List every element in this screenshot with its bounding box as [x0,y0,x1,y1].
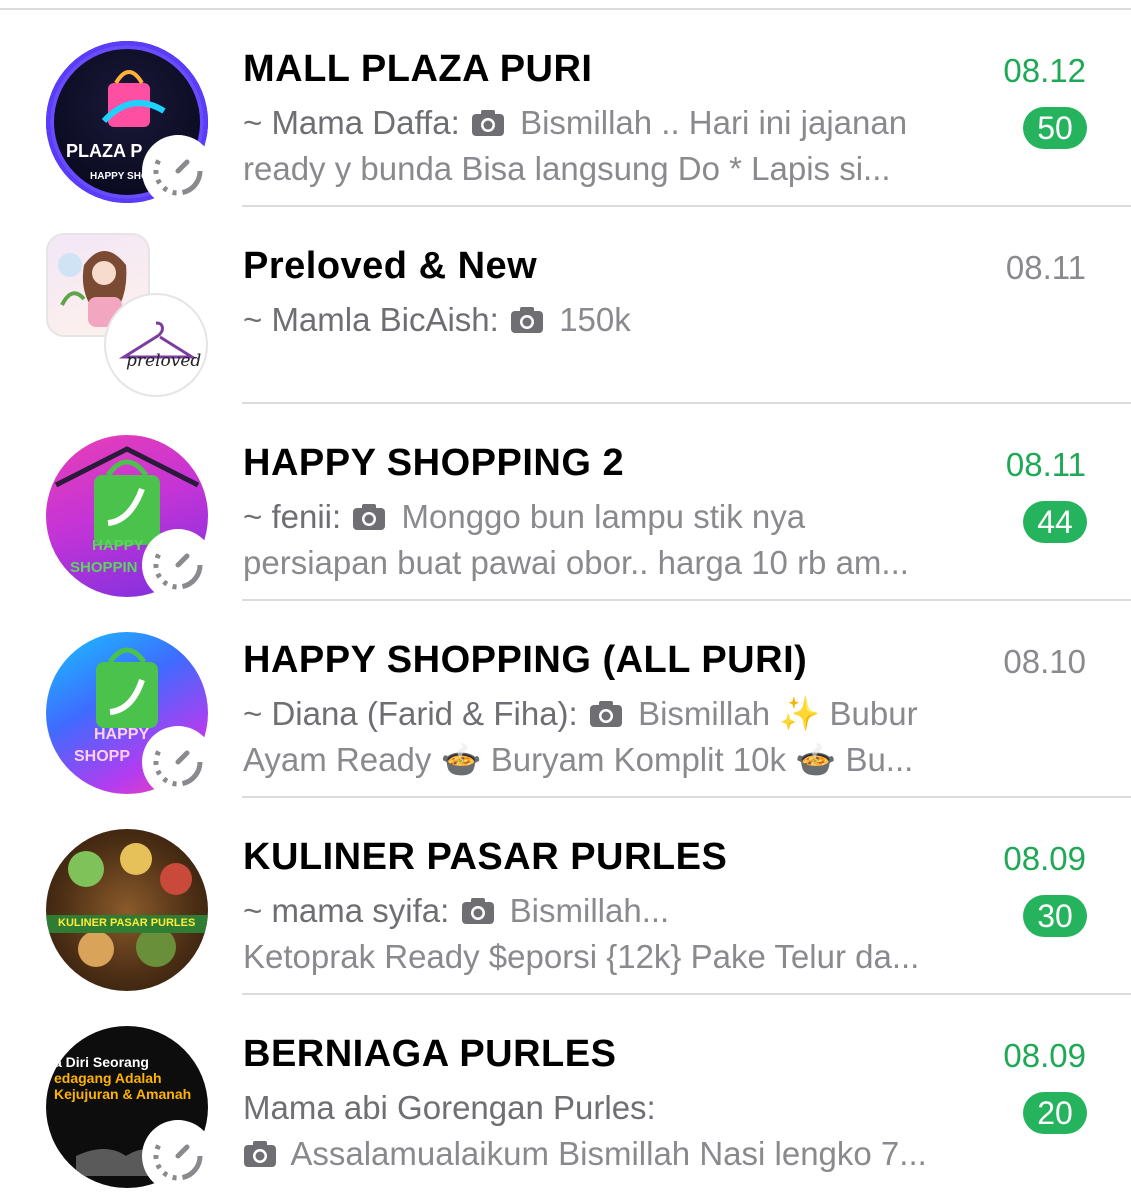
message-preview: ~ Mama Daffa: Bismillah .. Hari ini jaja… [243,100,1003,192]
avatar-text: HAPPY [92,537,144,554]
sender-name: ~ Mama Daffa: [243,104,460,141]
chat-time: 08.11 [1005,249,1086,286]
preview-line-1: Monggo bun lampu stik nya [401,498,806,535]
status-ring-icon[interactable] [142,135,214,207]
chat-time: 08.11 [1005,446,1086,483]
avatar-text: a Diri Seorang [54,1054,149,1070]
message-preview: Mama abi Gorengan Purles: Assalamualaiku… [243,1085,1003,1177]
community-avatar: preloved [46,233,216,403]
avatar-subtext: edagang Adalah [54,1070,162,1086]
message-preview: ~ Mamla BicAish: 150k [243,297,1003,343]
unread-badge: 20 [1023,1092,1087,1134]
chat-list: PLAZA P HAPPY SHO MALL PLAZA PURI 08.12 … [0,0,1131,1200]
avatar-text: preloved [126,351,202,371]
preview-line-2: Assalamualaikum Bismillah Nasi lengko 7.… [290,1135,927,1172]
chat-title: MALL PLAZA PURI [243,48,593,90]
camera-icon [244,1141,276,1167]
camera-icon [471,110,504,136]
chat-time: 08.09 [1003,1037,1086,1074]
camera-icon [461,898,494,924]
preloved-logo: preloved [104,293,208,397]
chat-row-berniaga-purles[interactable]: a Diri Seorang edagang Adalah Kejujuran … [0,995,1131,1192]
preview-line-2: ready y bunda Bisa langsung Do * Lapis s… [243,150,891,187]
chat-row-kuliner-pasar-purles[interactable]: KULINER PASAR PURLES KULINER PASAR PURLE… [0,798,1131,995]
preview-line-2: Ketoprak Ready $eporsi {12k} Pake Telur … [243,938,920,975]
preview-line-1: Bismillah ✨ Bubur [638,695,918,732]
chat-row-preloved-new[interactable]: preloved Preloved & New 08.11 ~ Mamla Bi… [0,207,1131,404]
avatar-subtext: SHOPP [74,748,131,765]
camera-icon [511,307,544,333]
message-preview: ~ mama syifa: Bismillah... Ketoprak Read… [243,888,1003,980]
preview-line-2: persiapan buat pawai obor.. harga 10 rb … [243,544,909,581]
unread-badge: 44 [1023,501,1087,543]
chat-row-mall-plaza-puri[interactable]: PLAZA P HAPPY SHO MALL PLAZA PURI 08.12 … [0,10,1131,207]
avatar-text: KULINER PASAR PURLES [58,917,196,929]
chat-title: BERNIAGA PURLES [243,1033,617,1075]
avatar-text: HAPPY [94,726,150,743]
chat-time: 08.12 [1003,52,1086,89]
chat-time: 08.10 [1003,643,1086,680]
group-avatar: KULINER PASAR PURLES [46,829,208,991]
avatar-text: PLAZA P [66,141,143,161]
chat-title: KULINER PASAR PURLES [243,836,728,878]
message-preview: ~ fenii: Monggo bun lampu stik nya persi… [243,494,1003,586]
preview-line-1: 150k [559,301,631,338]
chat-row-happy-shopping-all-puri[interactable]: HAPPY SHOPP HAPPY SHOPPING (ALL PURI) 08… [0,601,1131,798]
avatar-subtext-2: Kejujuran & Amanah [54,1086,192,1102]
sender-name: ~ Mamla BicAish: [243,301,499,338]
preview-line-1: Bismillah .. Hari ini jajanan [520,104,908,141]
sender-name: ~ Diana (Farid & Fiha): [243,695,578,732]
sender-name: ~ mama syifa: [243,892,450,929]
message-preview: ~ Diana (Farid & Fiha): Bismillah ✨ Bubu… [243,691,1003,783]
preview-line-2: Ayam Ready 🍲 Buryam Komplit 10k 🍲 Bu... [243,741,914,778]
avatar-subtext: HAPPY SHO [90,171,149,182]
status-ring-icon[interactable] [142,726,214,798]
camera-icon [589,701,622,727]
unread-badge: 50 [1023,107,1087,149]
camera-icon [353,504,386,530]
sender-name: ~ fenii: [243,498,342,535]
unread-badge: 30 [1023,895,1087,937]
avatar-subtext: SHOPPIN [70,559,138,576]
chat-title: HAPPY SHOPPING 2 [243,442,625,484]
chat-row-happy-shopping-2[interactable]: HAPPY SHOPPIN HAPPY SHOPPING 2 08.11 44 … [0,404,1131,601]
chat-time: 08.09 [1003,840,1086,877]
preview-line-1: Bismillah... [509,892,670,929]
status-ring-icon[interactable] [142,1120,214,1192]
chat-title: Preloved & New [243,245,538,287]
sender-name: Mama abi Gorengan Purles: [243,1089,656,1126]
status-ring-icon[interactable] [142,529,214,601]
chat-title: HAPPY SHOPPING (ALL PURI) [243,639,808,681]
